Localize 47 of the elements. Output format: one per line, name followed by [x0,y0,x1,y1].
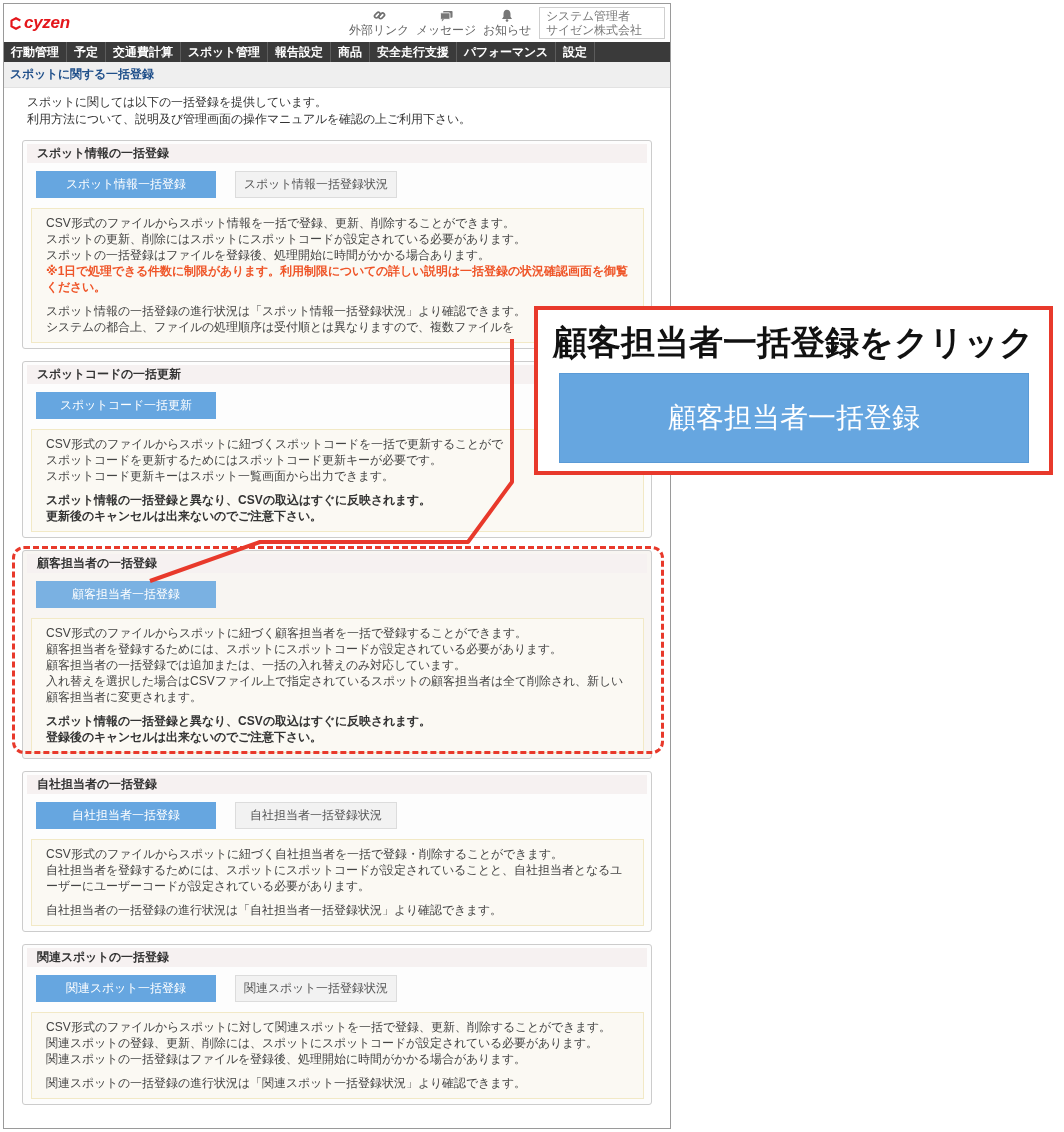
info-text: 顧客担当者の一括登録では追加または、一括の入れ替えのみ対応しています。 [46,657,467,673]
section-title: スポット情報の一括登録 [37,145,169,162]
info-text: スポット情報の一括登録の進行状況は「スポット情報一括登録状況」より確認できます。 [46,303,527,319]
intro-text: スポットに関しては以下の一括登録を提供しています。 [27,94,328,111]
user-name: システム管理者 [546,9,631,23]
info-text: CSV形式のファイルからスポットに紐づく顧客担当者を一括で登録することができます。 [46,625,528,641]
info-text: 顧客担当者を登録するためには、スポットにスポットコードが設定されている必要があります。 [46,641,563,657]
header-action-button[interactable]: お知らせ [483,9,531,37]
notice-text: 更新後のキャンセルは出来ないのでご注意下さい。 [46,508,323,524]
info-text: スポットの更新、削除にはスポットにスポットコードが設定されている必要があります。 [46,231,527,247]
chain-link-icon [372,9,386,22]
info-text: システムの都合上、ファイルの処理順序は受付順とは異なりますので、複数ファイルを [46,319,515,335]
info-text: 自社担当者を登録するためには、スポットにスポットコードが設定されていることと、自社担当者となるユーザーにユーザーコードが設定されている必要があります。 [46,862,623,894]
page-title: スポットに関する一括登録 [10,66,154,83]
header-action-button[interactable]: メッセージ [416,10,476,37]
header-action-button[interactable]: 外部リンク [349,9,409,37]
callout-title: 顧客担当者一括登録をクリック [553,322,1034,363]
hexagon-logo-icon [10,16,22,30]
info-text: 入れ替えを選択した場合はCSVファイル上で指定されているスポットの顧客担当者は全て削除され、新しい顧客担当者に変更されます。 [46,673,624,705]
section-title: スポットコードの一括更新 [37,366,181,383]
section-title: 関連スポットの一括登録 [37,949,169,966]
info-text: スポットの一括登録はファイルを登録後、処理開始に時間がかかる場合あります。 [46,247,491,263]
info-text: CSV形式のファイルからスポット情報を一括で登録、更新、削除することができます。 [46,215,516,231]
chat-bubbles-icon [439,10,453,22]
info-text: CSV形式のファイルからスポットに対して関連スポットを一括で登録、更新、削除することができます。 [46,1019,612,1035]
notice-text: スポット情報の一括登録と異なり、CSVの取込はすぐに反映されます。 [46,492,432,508]
logo-text: cyzen [24,13,70,33]
info-text: 関連スポットの登録、更新、削除には、スポットにスポットコードが設定されている必要があります。 [46,1035,599,1051]
intro-text: 利用方法について、説明及び管理画面の操作マニュアルを確認の上ご利用下さい。 [27,111,472,128]
section-title: 顧客担当者の一括登録 [37,555,157,572]
notice-text: スポット情報の一括登録と異なり、CSVの取込はすぐに反映されます。 [46,713,432,729]
info-text: CSV形式のファイルからスポットに紐づく自社担当者を一括で登録・削除することができます。 [46,846,564,862]
notice-text: 登録後のキャンセルは出来ないのでご注意下さい。 [46,729,323,745]
section-title: 自社担当者の一括登録 [37,776,157,793]
status-button[interactable]: 関連スポット一括登録状況 [235,975,397,1002]
info-text: 関連スポットの一括登録の進行状況は「関連スポット一括登録状況」より確認できます。 [46,1075,527,1091]
bell-icon [501,9,513,22]
button-illustration: 顧客担当者一括登録 [558,373,1029,463]
company-name: サイゼン株式会社 [546,23,643,37]
info-text: スポットコード更新キーはスポット一覧画面から出力できます。 [46,468,395,484]
info-text: スポットコードを更新するためにはスポットコード更新キーが必要です。 [46,452,443,468]
info-text: 関連スポットの一括登録はファイルを登録後、処理開始に時間がかかる場合があります。 [46,1051,527,1067]
status-button[interactable]: スポット情報一括登録状況 [235,171,397,198]
info-text: CSV形式のファイルからスポットに紐づくスポットコードを一括で更新することがで [46,436,504,452]
warning-text: ※1日で処理できる件数に制限があります。利用制限についての詳しい説明は一括登録の状況確認画面を御覧ください。 [46,263,630,295]
info-text: 自社担当者の一括登録の進行状況は「自社担当者一括登録状況」より確認できます。 [46,902,503,918]
status-button[interactable]: 自社担当者一括登録状況 [235,802,397,829]
